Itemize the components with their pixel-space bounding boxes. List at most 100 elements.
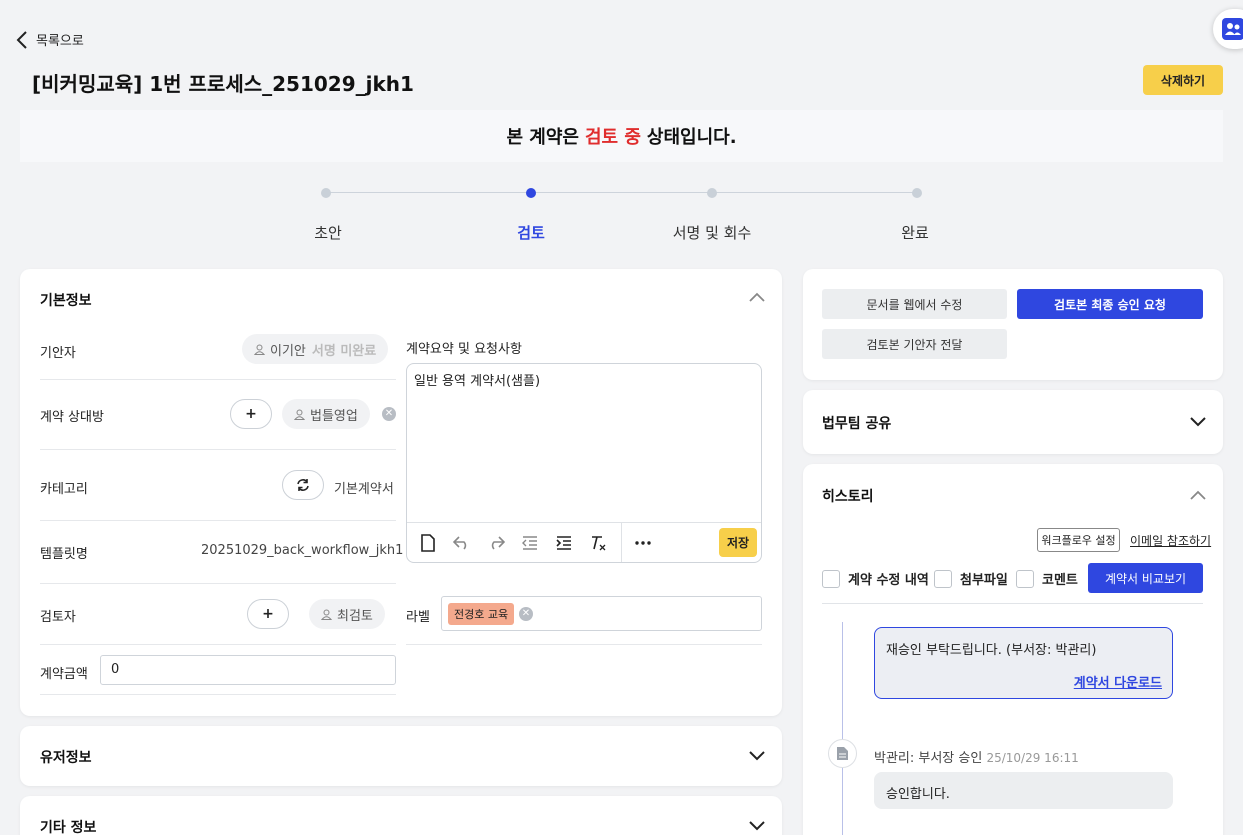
amount-label: 계약금액 xyxy=(40,667,88,682)
undo-icon[interactable] xyxy=(445,523,479,563)
change-category-button[interactable] xyxy=(282,470,324,500)
clear-format-icon[interactable] xyxy=(581,523,615,563)
history-title: 히스토리 xyxy=(822,489,874,505)
filter-label: 코멘트 xyxy=(1042,573,1078,588)
reviewer-pill: 최검토 xyxy=(309,599,385,629)
entry-message: 재승인 부탁드립니다. (부서장: 박관리) xyxy=(886,643,1097,658)
add-counterparty-button[interactable]: + xyxy=(230,399,272,429)
step-dot-done xyxy=(912,188,922,198)
page-title: [비커밍교육] 1번 프로세스_251029_jkh1 xyxy=(32,72,414,96)
step-label-done: 완료 xyxy=(901,224,929,242)
category-label: 카테고리 xyxy=(40,482,88,497)
reviewer-name: 최검토 xyxy=(337,608,373,624)
status-banner: 본 계약은 검토 중 상태입니다. xyxy=(20,110,1223,162)
chevron-down-icon[interactable] xyxy=(749,821,765,831)
email-reference-link[interactable]: 이메일 참조하기 xyxy=(1130,532,1211,549)
send-drafter-button[interactable]: 검토본 기안자 전달 xyxy=(822,329,1007,359)
step-label-sign: 서명 및 회수 xyxy=(672,224,752,242)
chevron-left-icon xyxy=(16,30,27,49)
workflow-settings-button[interactable]: 워크플로우 설정 xyxy=(1037,528,1120,552)
chevron-down-icon[interactable] xyxy=(749,751,765,761)
remove-counterparty-icon[interactable]: ✕ xyxy=(382,407,396,421)
download-link[interactable]: 계약서 다운로드 xyxy=(1074,672,1162,691)
checkbox[interactable] xyxy=(1016,569,1034,588)
remove-tag-icon[interactable]: ✕ xyxy=(519,607,533,621)
summary-label: 계약요약 및 요청사항 xyxy=(406,342,522,357)
template-label: 템플릿명 xyxy=(40,547,88,562)
user-icon xyxy=(254,344,265,355)
save-button[interactable]: 저장 xyxy=(719,528,757,557)
chevron-up-icon[interactable] xyxy=(749,292,765,302)
filter-label: 첨부파일 xyxy=(960,573,1008,588)
outdent-icon[interactable] xyxy=(513,523,547,563)
checkbox[interactable] xyxy=(822,569,840,588)
entry-message: 승인합니다. xyxy=(886,787,950,802)
refresh-icon xyxy=(297,479,309,491)
summary-editor[interactable]: 일반 용역 계약서(샘플) 저장 xyxy=(406,363,762,563)
user-info-title: 유저정보 xyxy=(40,750,92,766)
collaborators-button[interactable] xyxy=(1213,9,1243,49)
template-value: 20251029_back_workflow_jkh1 xyxy=(201,543,404,558)
final-approval-button[interactable]: 검토본 최종 승인 요청 xyxy=(1017,289,1203,319)
user-icon xyxy=(294,409,305,420)
timeline-line xyxy=(842,622,843,835)
user-info-card[interactable] xyxy=(20,726,782,786)
back-link[interactable]: 목록으로 xyxy=(16,30,84,49)
status-highlight: 검토 중 xyxy=(584,127,641,148)
drafter-label: 기안자 xyxy=(40,346,76,361)
back-label: 목록으로 xyxy=(36,34,84,49)
counterparty-name: 법틀영업 xyxy=(310,408,358,424)
filter-revisions[interactable]: 계약 수정 내역 xyxy=(822,569,929,588)
filter-comments[interactable]: 코멘트 xyxy=(1016,569,1078,588)
status-suffix: 상태입니다. xyxy=(646,127,737,148)
drafter-sign-status: 서명 미완료 xyxy=(311,343,377,359)
history-entry-comment: 재승인 부탁드립니다. (부서장: 박관리) 계약서 다운로드 xyxy=(874,627,1173,699)
entry-author: 박관리: 부서장 승인 25/10/29 16:11 xyxy=(874,747,1079,766)
step-dot-sign xyxy=(707,188,717,198)
step-label-draft: 초안 xyxy=(314,224,342,242)
document-icon xyxy=(837,747,848,760)
other-info-title: 기타 정보 xyxy=(40,820,97,835)
status-prefix: 본 계약은 xyxy=(506,127,579,148)
delete-button[interactable]: 삭제하기 xyxy=(1143,65,1223,95)
entry-time: 25/10/29 16:11 xyxy=(986,751,1079,765)
drafter-name: 이기안 xyxy=(270,343,306,359)
entry-author-text: 박관리: 부서장 승인 xyxy=(874,751,983,766)
counterparty-label: 계약 상대방 xyxy=(40,410,104,425)
tag-input[interactable]: 전경호 교육 ✕ xyxy=(441,596,762,631)
step-label-review: 검토 xyxy=(517,224,545,242)
add-reviewer-button[interactable]: + xyxy=(247,599,289,629)
toolbar-divider xyxy=(621,522,622,562)
drafter-pill: 이기안 서명 미완료 xyxy=(242,334,389,364)
chevron-up-icon[interactable] xyxy=(1190,490,1206,500)
people-icon xyxy=(1222,18,1243,40)
more-icon[interactable] xyxy=(626,523,660,563)
editor-toolbar: 저장 xyxy=(407,522,761,562)
step-dot-review xyxy=(526,188,536,198)
other-info-card[interactable] xyxy=(20,796,782,835)
user-icon xyxy=(321,609,332,620)
amount-input[interactable]: 0 xyxy=(100,655,396,685)
stepper-line xyxy=(325,192,917,193)
filter-label: 계약 수정 내역 xyxy=(848,573,929,588)
redo-icon[interactable] xyxy=(479,523,513,563)
checkbox[interactable] xyxy=(934,569,952,588)
history-divider xyxy=(822,603,1203,604)
filter-attachments[interactable]: 첨부파일 xyxy=(934,569,1008,588)
edit-web-button[interactable]: 문서를 웹에서 수정 xyxy=(822,289,1007,319)
reviewer-label: 검토자 xyxy=(40,610,76,625)
history-entry-approval: 승인합니다. xyxy=(874,772,1173,809)
compare-button[interactable]: 계약서 비교보기 xyxy=(1088,563,1203,593)
chevron-down-icon[interactable] xyxy=(1190,417,1206,427)
actions-card xyxy=(803,269,1223,380)
category-value: 기본계약서 xyxy=(334,482,394,497)
legal-share-title: 법무팀 공유 xyxy=(822,416,892,432)
tag-chip: 전경호 교육 xyxy=(448,603,515,625)
tag-field-label: 라벨 xyxy=(406,610,430,625)
summary-content[interactable]: 일반 용역 계약서(샘플) xyxy=(414,370,540,389)
timeline-node xyxy=(828,739,857,768)
step-dot-draft xyxy=(321,188,331,198)
document-icon[interactable] xyxy=(411,523,445,563)
divider xyxy=(406,644,762,645)
indent-icon[interactable] xyxy=(547,523,581,563)
